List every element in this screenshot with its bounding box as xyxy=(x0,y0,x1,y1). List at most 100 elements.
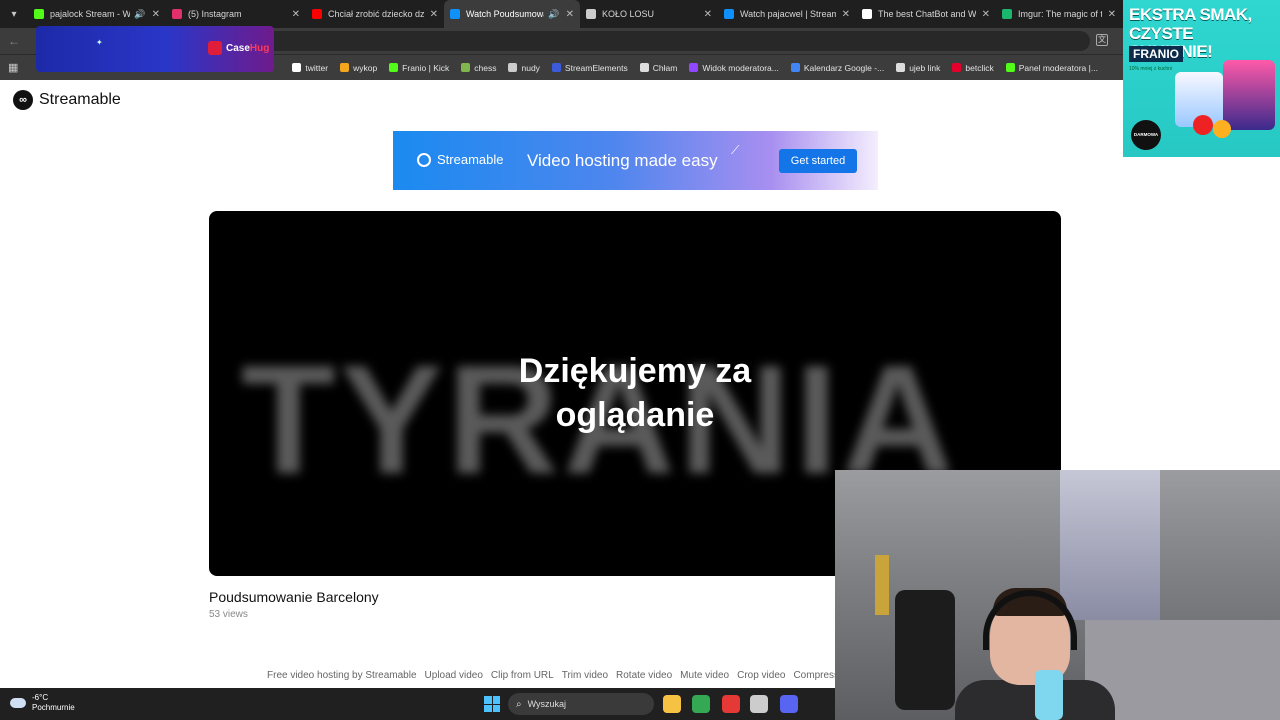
tab-search-icon[interactable]: ▾ xyxy=(0,0,28,28)
tab-close-icon[interactable]: ✕ xyxy=(292,9,300,20)
bookmark-favicon-icon xyxy=(461,63,471,72)
footer-link[interactable]: Rotate video xyxy=(616,670,672,681)
franio-ad: EKSTRA SMAK, CZYSTE SUMIENIE! FRANIO 10%… xyxy=(1123,0,1280,157)
sparkle-icon: ✦ xyxy=(96,38,103,47)
ad-brand: FRANIO xyxy=(1129,46,1183,62)
banner-tagline: Video hosting made easy xyxy=(527,151,718,170)
footer-link[interactable]: Free video hosting by Streamable xyxy=(267,670,417,681)
bookmark-item[interactable]: Chłam xyxy=(639,62,678,73)
tab-bar: ▾ pajalock Stream - Wa 🔊 ✕ (5) Instagram ✕ Ch… xyxy=(0,0,1280,28)
translate-icon[interactable]: 文 xyxy=(1096,34,1108,46)
tab-close-icon[interactable]: ✕ xyxy=(566,9,574,20)
get-started-button[interactable]: Get started xyxy=(779,149,857,173)
tab-close-icon[interactable]: ✕ xyxy=(842,9,850,20)
gaming-chair-image xyxy=(895,590,955,710)
windows-start-icon[interactable] xyxy=(484,696,500,712)
bookmark-label: Panel moderatora |... xyxy=(1018,62,1098,73)
browser-tab[interactable]: Watch pajacwel | Streama ✕ xyxy=(718,0,856,28)
logo-text: Streamable xyxy=(39,91,121,108)
overlay-line-2: oglądanie xyxy=(555,396,715,434)
video-end-overlay: Dziękujemy za oglądanie xyxy=(209,349,1061,437)
tab-title: KOŁO LOSU xyxy=(602,9,655,19)
streamable-logo-icon: ∞ xyxy=(13,90,33,110)
bookmark-favicon-icon xyxy=(952,63,962,72)
temperature: -6°C xyxy=(32,693,49,702)
tab-close-icon[interactable]: ✕ xyxy=(982,9,990,20)
browser-tab[interactable]: Watch Poudsumowan 🔊 ✕ xyxy=(444,0,580,28)
bookmark-favicon-icon xyxy=(639,63,649,72)
bookmark-item[interactable]: chess xyxy=(461,63,496,73)
back-arrow-icon[interactable]: ← xyxy=(8,34,20,48)
streamable-logo[interactable]: ∞ Streamable xyxy=(13,90,121,110)
tab-title: Chciał zrobić dziecko dzie xyxy=(328,9,424,19)
tab-favicon-icon xyxy=(312,9,322,19)
search-icon: ⌕ xyxy=(516,698,522,710)
streamable-icon xyxy=(417,152,431,167)
bookmark-item[interactable]: Franio | Kick xyxy=(389,63,449,73)
fruit-image xyxy=(1193,115,1213,135)
tab-strip: pajalock Stream - Wa 🔊 ✕ (5) Instagram ✕ Chci… xyxy=(28,0,1122,28)
browser-tab[interactable]: (5) Instagram ✕ xyxy=(166,0,306,28)
tab-favicon-icon xyxy=(724,9,734,19)
footer-link[interactable]: Upload video xyxy=(425,670,483,681)
bookmark-favicon-icon xyxy=(508,63,518,72)
bookmark-item[interactable]: Widok moderatora... xyxy=(689,63,779,73)
browser-tab[interactable]: Chciał zrobić dziecko dzie ✕ xyxy=(306,0,444,28)
footer-link[interactable]: Clip from URL xyxy=(491,670,554,681)
bookmark-favicon-icon xyxy=(689,63,699,72)
bookmark-favicon-icon xyxy=(1005,63,1015,72)
webcam-overlay xyxy=(835,470,1280,720)
bookmark-label: Widok moderatora... xyxy=(702,62,779,73)
tab-favicon-icon xyxy=(586,9,596,19)
bookmark-favicon-icon xyxy=(896,63,906,72)
tab-close-icon[interactable]: ✕ xyxy=(152,9,160,20)
trophy-image xyxy=(875,555,889,615)
apps-grid-icon[interactable]: ▦ xyxy=(8,61,18,74)
tab-close-icon[interactable]: ✕ xyxy=(704,9,712,20)
tab-audio-icon[interactable]: 🔊 xyxy=(548,9,559,20)
discord-icon[interactable] xyxy=(780,695,798,713)
tab-favicon-icon xyxy=(450,9,460,19)
footer-link[interactable]: Trim video xyxy=(562,670,608,681)
footer-link[interactable]: Crop video xyxy=(737,670,785,681)
footer-link[interactable]: Mute video xyxy=(680,670,729,681)
taskbar-search[interactable]: ⌕ Wyszukaj xyxy=(508,693,654,715)
tab-close-icon[interactable]: ✕ xyxy=(430,9,438,20)
bookmark-label: ujeb link xyxy=(909,62,941,73)
casehug-brand-a: Case xyxy=(226,42,250,54)
casehug-overlay: ✦ Case Hug xyxy=(36,26,274,72)
bookmark-item[interactable]: twitter xyxy=(292,63,328,73)
browser-tab[interactable]: pajalock Stream - Wa 🔊 ✕ xyxy=(28,0,166,28)
bookmark-item[interactable]: betclick xyxy=(952,63,994,73)
bookmark-item[interactable]: StreamElements xyxy=(551,63,628,73)
bookmark-label: Franio | Kick xyxy=(402,62,450,73)
bookmark-favicon-icon xyxy=(551,63,561,72)
browser-tab[interactable]: Imgur: The magic of the I ✕ xyxy=(996,0,1122,28)
bookmark-item[interactable]: Kalendarz Google -... xyxy=(790,62,885,73)
tab-favicon-icon xyxy=(1002,9,1012,19)
window-image xyxy=(1060,470,1160,620)
file-explorer-icon[interactable] xyxy=(663,695,681,713)
tab-audio-icon[interactable]: 🔊 xyxy=(134,9,145,20)
casehug-brand-b: Hug xyxy=(249,42,270,54)
tab-close-icon[interactable]: ✕ xyxy=(1108,9,1116,20)
chrome-icon[interactable] xyxy=(692,695,710,713)
video-title: Poudsumowanie Barcelony xyxy=(209,589,379,605)
bookmark-label: Chłam xyxy=(652,62,678,73)
fruit-image xyxy=(1213,120,1231,138)
bookmark-item[interactable]: ujeb link xyxy=(896,63,940,73)
streamable-banner-ad[interactable]: Streamable Video hosting made easy ⟋ Get… xyxy=(393,131,878,190)
bookmark-item[interactable]: Panel moderatora |... xyxy=(1005,62,1098,73)
app-photo-icon[interactable] xyxy=(750,695,768,713)
browser-tab[interactable]: The best ChatBot and Wi ✕ xyxy=(856,0,996,28)
bookmark-item[interactable]: nudy xyxy=(508,63,540,73)
browser-tab[interactable]: KOŁO LOSU ✕ xyxy=(580,0,718,28)
bookmark-item[interactable]: wykop xyxy=(340,63,377,73)
bookmarks-list: twitter wykop Franio | Kick chess nudy Stream… xyxy=(292,63,1110,73)
bookmark-label: Kalendarz Google -... xyxy=(803,62,885,73)
tab-favicon-icon xyxy=(34,9,44,19)
bookmark-label: twitter xyxy=(305,62,329,73)
screen: ▾ pajalock Stream - Wa 🔊 ✕ (5) Instagram ✕ Ch… xyxy=(0,0,1280,720)
app-red-icon[interactable] xyxy=(722,695,740,713)
weather-widget[interactable]: -6°C Pochmurnie xyxy=(10,693,75,713)
